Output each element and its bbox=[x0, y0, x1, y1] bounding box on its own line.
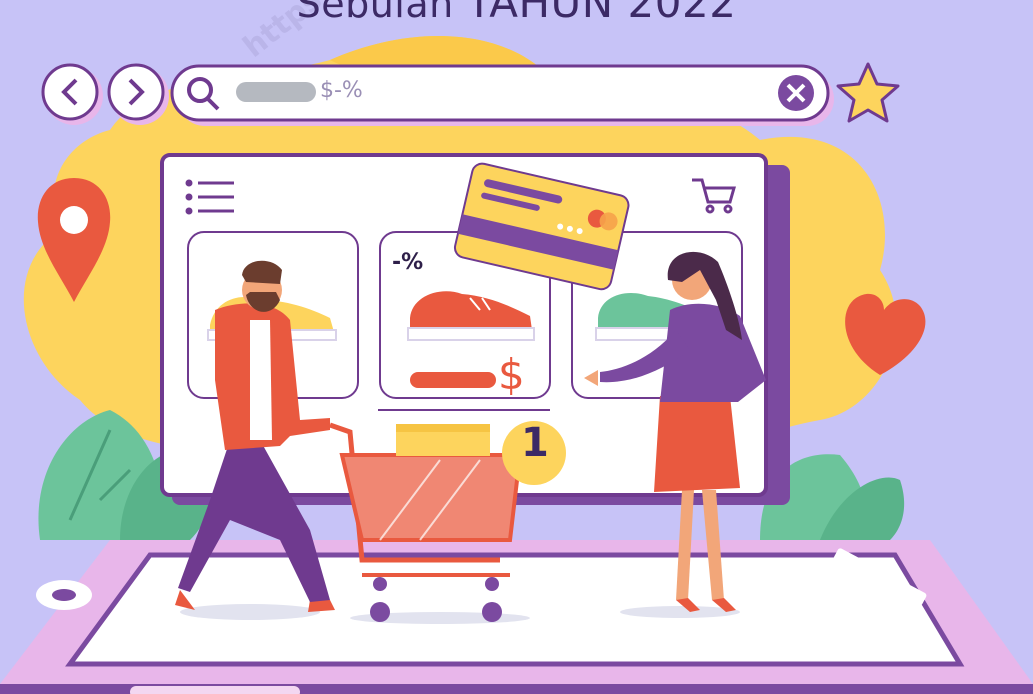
star-icon bbox=[836, 62, 900, 123]
search-text[interactable]: $-% bbox=[320, 78, 363, 103]
forward-icon bbox=[107, 63, 169, 125]
tablet-port bbox=[130, 686, 300, 694]
search-text-placeholder-bar bbox=[236, 82, 316, 102]
clear-icon bbox=[778, 75, 814, 111]
caption-highlight: TAHUN 2022 bbox=[466, 0, 737, 27]
price-bar bbox=[410, 372, 496, 388]
back-icon bbox=[41, 63, 103, 125]
caption: Sebulan TAHUN 2022 bbox=[0, 0, 1033, 27]
illustration bbox=[0, 36, 1033, 694]
price-symbol: $ bbox=[498, 350, 525, 399]
discount-label: -% bbox=[392, 250, 424, 275]
cart-badge-count: 1 bbox=[521, 420, 549, 466]
